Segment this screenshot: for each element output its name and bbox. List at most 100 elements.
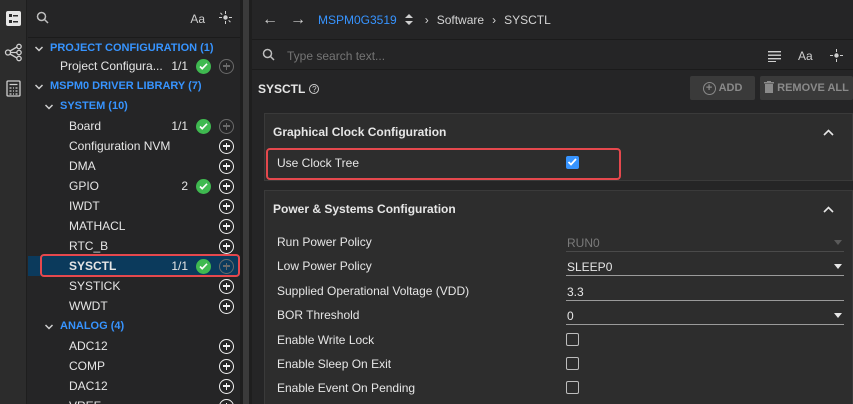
add-instance-icon[interactable] bbox=[219, 398, 234, 404]
trash-icon bbox=[764, 80, 775, 96]
module-title: SYSCTL bbox=[258, 82, 306, 96]
add-instance-icon[interactable] bbox=[219, 378, 234, 394]
tree-item[interactable]: COMP bbox=[28, 356, 240, 376]
field-input[interactable]: 3.3 bbox=[566, 283, 844, 301]
tree-item[interactable]: SYSTICK bbox=[28, 276, 240, 296]
remove-all-button[interactable]: REMOVE ALL bbox=[760, 76, 853, 100]
sidebar-splitter[interactable] bbox=[240, 0, 252, 404]
device-switch-icon[interactable] bbox=[404, 14, 413, 25]
add-instance-icon[interactable] bbox=[219, 158, 234, 174]
tree-item[interactable]: IWDT bbox=[28, 196, 240, 216]
tree-label: ADC12 bbox=[69, 339, 108, 353]
config-search-input[interactable] bbox=[287, 48, 707, 63]
calculator-icon[interactable] bbox=[4, 79, 23, 98]
tree-label: RTC_B bbox=[69, 239, 109, 253]
field-label: Run Power Policy bbox=[277, 235, 372, 249]
field-label: Supplied Operational Voltage (VDD) bbox=[277, 284, 470, 298]
field-checkbox[interactable] bbox=[566, 333, 579, 346]
tree-item[interactable]: MATHACL bbox=[28, 216, 240, 236]
field-value: SLEEP0 bbox=[567, 259, 613, 274]
chevron-down-icon[interactable] bbox=[34, 43, 44, 53]
match-case-toggle[interactable]: Aa bbox=[190, 12, 205, 26]
add-instance-icon[interactable] bbox=[219, 238, 234, 254]
tree-label: MSPM0 DRIVER LIBRARY (7) bbox=[50, 80, 202, 92]
chevron-right-icon: › bbox=[424, 12, 429, 27]
dropdown-arrow-icon bbox=[834, 264, 842, 269]
field-label: Enable Write Lock bbox=[277, 333, 375, 347]
field-row: Enable Write Lock bbox=[277, 329, 837, 351]
field-checkbox[interactable] bbox=[566, 357, 579, 370]
add-button[interactable]: + ADD bbox=[690, 76, 755, 100]
tree-label: WWDT bbox=[69, 299, 108, 313]
tree-label: VREF bbox=[69, 399, 101, 404]
add-instance-icon[interactable] bbox=[219, 118, 234, 134]
chevron-up-icon[interactable] bbox=[823, 125, 834, 139]
sidebar-scrollbar-thumb[interactable] bbox=[243, 0, 249, 404]
tree-category[interactable]: MSPM0 DRIVER LIBRARY (7) bbox=[28, 76, 240, 96]
add-instance-icon[interactable] bbox=[219, 358, 234, 374]
check-circle-icon bbox=[196, 118, 211, 134]
field-label: Enable Sleep On Exit bbox=[277, 357, 392, 371]
check-circle-icon bbox=[196, 178, 211, 194]
activity-bar bbox=[0, 0, 27, 404]
field-row: BOR Threshold 0 bbox=[277, 304, 844, 326]
field-select: RUN0 bbox=[566, 234, 844, 252]
tree-label: Board bbox=[69, 119, 102, 133]
add-instance-icon[interactable] bbox=[219, 278, 234, 294]
file-view-icon[interactable] bbox=[4, 9, 23, 28]
help-icon[interactable]: ? bbox=[309, 84, 320, 94]
breadcrumb-software[interactable]: Software bbox=[437, 13, 484, 27]
field-select[interactable]: 0 bbox=[566, 307, 844, 325]
add-instance-icon[interactable] bbox=[219, 338, 234, 354]
instance-count: 1/1 bbox=[171, 59, 188, 73]
tree-category[interactable]: PROJECT CONFIGURATION (1) bbox=[28, 38, 240, 58]
add-instance-icon[interactable] bbox=[219, 198, 234, 214]
add-instance-icon[interactable] bbox=[219, 218, 234, 234]
tree-label: DMA bbox=[69, 159, 96, 173]
tree-label: SYSTICK bbox=[69, 279, 121, 293]
tree-item[interactable]: VREF bbox=[28, 396, 240, 404]
field-select[interactable]: SLEEP0 bbox=[566, 258, 844, 276]
network-icon[interactable] bbox=[4, 43, 23, 62]
tree-item[interactable]: ADC12 bbox=[28, 336, 240, 356]
add-instance-icon[interactable] bbox=[219, 298, 234, 314]
back-arrow-icon[interactable]: ← bbox=[262, 11, 278, 29]
tree-label: PROJECT CONFIGURATION (1) bbox=[50, 42, 214, 54]
clock-config-header[interactable]: Graphical Clock Configuration bbox=[265, 114, 852, 150]
tree-label: SYSTEM (10) bbox=[60, 100, 128, 112]
tree-label: ANALOG (4) bbox=[60, 320, 125, 332]
tree-item[interactable]: GPIO 2 bbox=[28, 176, 240, 196]
add-instance-icon[interactable] bbox=[219, 58, 234, 74]
chevron-down-icon[interactable] bbox=[44, 101, 54, 111]
search-icon bbox=[36, 11, 49, 27]
field-row: Enable Event On Pending bbox=[277, 377, 837, 399]
add-instance-icon[interactable] bbox=[219, 138, 234, 154]
tree-item[interactable]: RTC_B bbox=[28, 236, 240, 256]
settings-sparkle-icon[interactable] bbox=[219, 10, 232, 27]
tree-subcategory[interactable]: SYSTEM (10) bbox=[28, 96, 240, 116]
sidebar-search-bar[interactable]: Aa bbox=[28, 0, 240, 38]
match-case-toggle[interactable]: Aa bbox=[798, 49, 813, 63]
power-config-header[interactable]: Power & Systems Configuration bbox=[265, 191, 852, 227]
field-label: BOR Threshold bbox=[277, 308, 360, 322]
forward-arrow-icon[interactable]: → bbox=[290, 11, 306, 29]
tree-item[interactable]: Configuration NVM bbox=[28, 136, 240, 156]
field-checkbox[interactable] bbox=[566, 381, 579, 394]
field-label: Low Power Policy bbox=[277, 259, 372, 273]
field-row: Enable Sleep On Exit bbox=[277, 353, 837, 375]
chevron-up-icon[interactable] bbox=[823, 202, 834, 216]
chevron-down-icon[interactable] bbox=[44, 321, 54, 331]
tree-item[interactable]: Project Configura... 1/1 bbox=[28, 56, 240, 76]
add-instance-icon[interactable] bbox=[219, 178, 234, 194]
tree-subcategory[interactable]: ANALOG (4) bbox=[28, 316, 240, 336]
chevron-down-icon[interactable] bbox=[34, 81, 44, 91]
tree-item[interactable]: DMA bbox=[28, 156, 240, 176]
clock-config-title: Graphical Clock Configuration bbox=[273, 125, 447, 139]
tree-item[interactable]: WWDT bbox=[28, 296, 240, 316]
device-name[interactable]: MSPM0G3519 bbox=[318, 13, 397, 27]
list-view-icon[interactable] bbox=[768, 50, 781, 65]
instance-count: 2 bbox=[181, 179, 188, 193]
tree-item[interactable]: DAC12 bbox=[28, 376, 240, 396]
settings-sparkle-icon[interactable] bbox=[830, 49, 843, 65]
tree-item[interactable]: Board 1/1 bbox=[28, 116, 240, 136]
